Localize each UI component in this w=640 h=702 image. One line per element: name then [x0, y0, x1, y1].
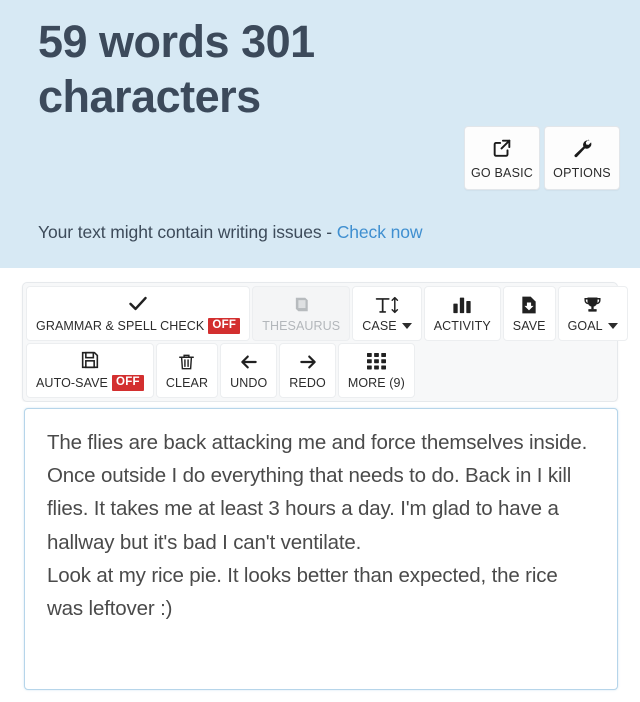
trash-icon [177, 352, 196, 371]
undo-button[interactable]: UNDO [220, 343, 278, 398]
editor-paragraph-2: Look at my rice pie. It looks better tha… [47, 563, 558, 621]
save-document-icon [519, 295, 539, 314]
activity-label: ACTIVITY [433, 319, 491, 333]
activity-button[interactable]: ACTIVITY [423, 286, 501, 341]
case-label-text: CASE [362, 319, 397, 333]
more-button[interactable]: MORE (9) [337, 343, 415, 398]
chevron-down-icon [401, 323, 412, 329]
case-label: CASE [362, 319, 412, 333]
clear-button[interactable]: CLEAR [155, 343, 219, 398]
goal-button[interactable]: GOAL [557, 286, 628, 341]
header-action-buttons: GO BASIC OPTIONS [464, 126, 620, 190]
editor-toolbar: GRAMMAR & SPELL CHECK OFF THESAURUS CASE… [22, 282, 628, 402]
wrench-icon [571, 137, 593, 159]
options-button[interactable]: OPTIONS [544, 126, 620, 190]
goal-label-text: GOAL [567, 319, 603, 333]
auto-save-label: AUTO-SAVE OFF [36, 374, 144, 392]
notice-text: Your text might contain writing issues - [38, 222, 337, 242]
grammar-spell-check-button[interactable]: GRAMMAR & SPELL CHECK OFF [26, 286, 251, 341]
thesaurus-button[interactable]: THESAURUS [252, 286, 351, 341]
floppy-disk-icon [80, 351, 100, 370]
word-character-counter: 59 words 301 characters [38, 16, 315, 123]
more-label: MORE (9) [347, 376, 405, 390]
grammar-label-text: GRAMMAR & SPELL CHECK [36, 319, 205, 333]
save-label: SAVE [512, 319, 546, 333]
thesaurus-label: THESAURUS [262, 319, 341, 333]
check-icon [128, 294, 148, 313]
options-label: OPTIONS [553, 165, 611, 180]
go-basic-label: GO BASIC [470, 165, 534, 180]
arrow-left-icon [238, 352, 260, 371]
undo-label: UNDO [230, 376, 268, 390]
toolbar-row-1: GRAMMAR & SPELL CHECK OFF THESAURUS CASE… [26, 286, 628, 341]
case-button[interactable]: CASE [352, 286, 422, 341]
redo-label: REDO [289, 376, 326, 390]
redo-button[interactable]: REDO [279, 343, 336, 398]
book-icon [291, 295, 311, 314]
auto-save-status-badge: OFF [111, 374, 144, 392]
grid-icon [366, 352, 387, 371]
auto-save-label-text: AUTO-SAVE [36, 376, 108, 390]
external-link-icon [491, 137, 513, 159]
clear-label: CLEAR [165, 376, 209, 390]
editor-container: The flies are back attacking me and forc… [0, 402, 640, 690]
editor-paragraph-1: The flies are back attacking me and forc… [47, 431, 588, 554]
grammar-status-badge: OFF [208, 317, 241, 335]
arrow-right-icon [297, 352, 319, 371]
chevron-down-icon [607, 323, 618, 329]
header-panel: 59 words 301 characters GO BASIC OPTIONS… [0, 0, 640, 268]
goal-label: GOAL [568, 319, 618, 333]
toolbar-row-2: AUTO-SAVE OFF CLEAR UNDO REDO MORE (9) [26, 343, 614, 398]
toolbar-container: GRAMMAR & SPELL CHECK OFF THESAURUS CASE… [0, 268, 640, 402]
auto-save-button[interactable]: AUTO-SAVE OFF [26, 343, 154, 398]
trophy-icon [582, 295, 603, 314]
text-editor[interactable]: The flies are back attacking me and forc… [24, 408, 618, 690]
save-button[interactable]: SAVE [502, 286, 556, 341]
check-now-link[interactable]: Check now [337, 222, 423, 242]
go-basic-button[interactable]: GO BASIC [464, 126, 540, 190]
text-case-icon [374, 295, 400, 314]
grammar-spell-check-label: GRAMMAR & SPELL CHECK OFF [36, 317, 241, 335]
bar-chart-icon [451, 295, 473, 314]
writing-issues-notice: Your text might contain writing issues -… [38, 222, 423, 243]
